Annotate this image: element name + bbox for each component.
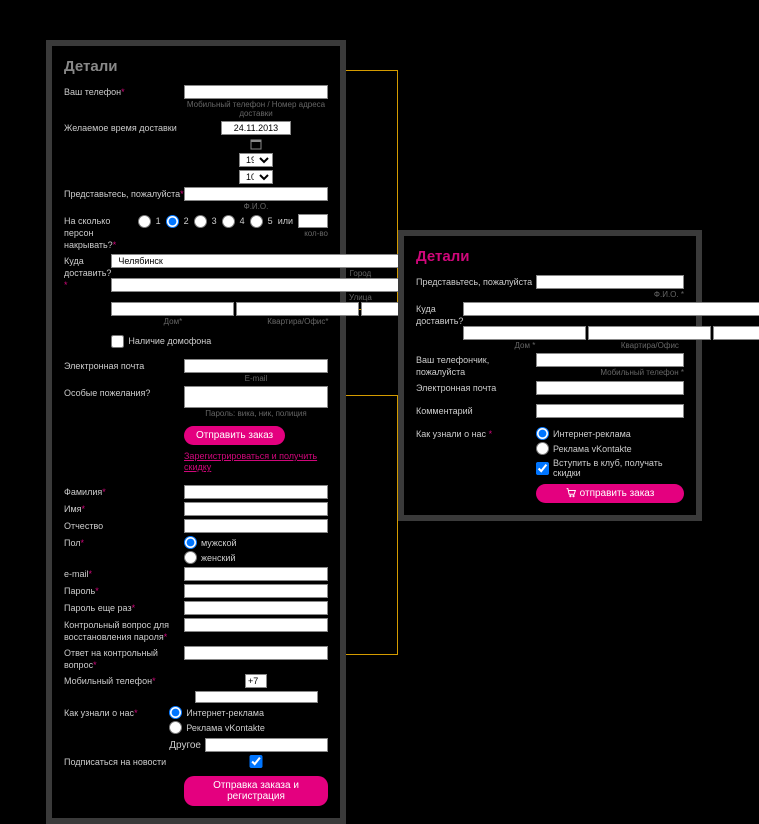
seca-input[interactable] <box>184 646 328 660</box>
how-other-input[interactable] <box>205 738 328 752</box>
r-join-checkbox[interactable] <box>536 462 549 475</box>
patronymic-input[interactable] <box>184 519 328 533</box>
cart-icon <box>566 488 576 498</box>
fullname-input[interactable] <box>184 187 328 201</box>
password2-input[interactable] <box>184 601 328 615</box>
r-phone-input[interactable] <box>536 353 684 367</box>
doorphone-checkbox[interactable] <box>111 335 124 348</box>
minute-select[interactable]: 10 <box>239 170 273 184</box>
subscribe-checkbox[interactable] <box>184 755 328 768</box>
r-email-input[interactable] <box>536 381 684 395</box>
apt-input[interactable] <box>236 302 359 316</box>
persons-5[interactable] <box>250 215 263 228</box>
phone-hint: Мобильный телефон / Номер адреса доставк… <box>184 99 328 118</box>
name-input[interactable] <box>184 502 328 516</box>
r-fullname-input[interactable] <box>536 275 684 289</box>
gender-m[interactable] <box>184 536 197 549</box>
right-title: Детали <box>416 248 684 265</box>
password-input[interactable] <box>184 584 328 598</box>
house-input[interactable] <box>111 302 234 316</box>
calendar-icon[interactable] <box>250 138 262 150</box>
r-submit-button[interactable]: отправить заказ <box>536 484 684 503</box>
r-how-vk[interactable] <box>536 442 549 455</box>
r-street-input[interactable] <box>463 302 759 316</box>
submit-register-button[interactable]: Отправка заказа и регистрация <box>184 776 328 806</box>
register-link[interactable]: Зарегистрироваться и получить скидку <box>184 451 317 472</box>
email-input[interactable] <box>184 359 328 373</box>
hour-select[interactable]: 19 <box>239 153 273 167</box>
how-vk[interactable] <box>169 721 182 734</box>
r-how-internet[interactable] <box>536 427 549 440</box>
reg-email-input[interactable] <box>184 567 328 581</box>
mobile-prefix[interactable] <box>245 674 267 688</box>
how-internet[interactable] <box>169 706 182 719</box>
submit-order-button[interactable]: Отправить заказ <box>184 426 285 445</box>
persons-custom[interactable] <box>298 214 328 228</box>
gender-f[interactable] <box>184 551 197 564</box>
left-title: Детали <box>64 58 328 75</box>
persons-3[interactable] <box>194 215 207 228</box>
secq-input[interactable] <box>184 618 328 632</box>
persons-1[interactable] <box>138 215 151 228</box>
wishes-input[interactable] <box>184 386 328 408</box>
date-input[interactable] <box>221 121 291 135</box>
left-form-panel: Детали Ваш телефон* Мобильный телефон / … <box>46 40 346 824</box>
r-floor-input[interactable] <box>713 326 759 340</box>
r-house-input[interactable] <box>463 326 586 340</box>
persons-2[interactable] <box>166 215 179 228</box>
phone-input[interactable] <box>184 85 328 99</box>
right-form-panel: Детали Представьтесь, пожалуйста Ф.И.О. … <box>398 230 702 521</box>
surname-input[interactable] <box>184 485 328 499</box>
r-apt-input[interactable] <box>588 326 711 340</box>
r-comment-input[interactable] <box>536 404 684 418</box>
persons-4[interactable] <box>222 215 235 228</box>
mobile-input[interactable] <box>195 691 318 703</box>
